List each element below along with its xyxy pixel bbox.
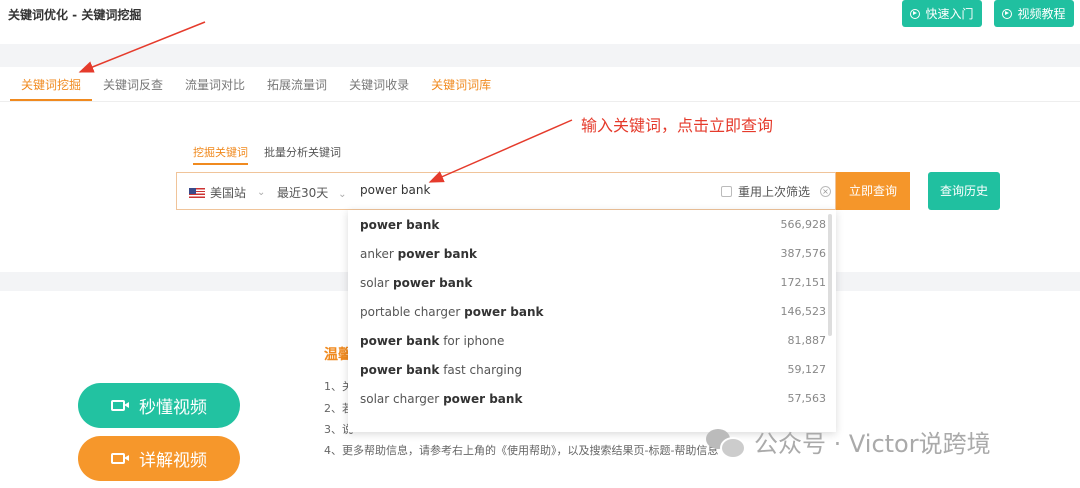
arrow-to-input (428, 119, 573, 183)
arrow-to-tab (78, 21, 206, 73)
annotation-arrows (78, 21, 573, 183)
